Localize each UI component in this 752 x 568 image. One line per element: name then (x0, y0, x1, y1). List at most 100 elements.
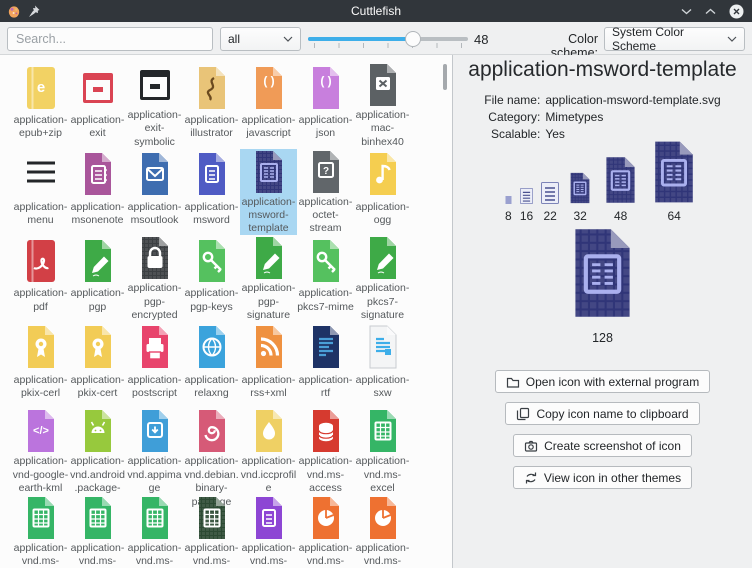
icon-label: application-exit-symbolic (126, 109, 183, 149)
size-label: 16 (520, 209, 533, 223)
icon-label: application-vnd.ms-excel.sheet.m (126, 542, 183, 568)
swap-icon (524, 471, 538, 485)
icon-grid-item[interactable]: application-vnd.iccprofile (240, 408, 297, 495)
icon-label: application-vnd-google-earth-kml (12, 455, 69, 495)
icon-label: application-sxw (354, 374, 411, 401)
size-slider-handle[interactable] (405, 31, 421, 47)
size-slider[interactable] (308, 37, 468, 41)
icon-grid-item[interactable]: application-vnd.ms-excel.templat (183, 495, 240, 568)
icon-grid-item[interactable]: application-msonenote (69, 149, 126, 236)
mimetype-icon (80, 150, 116, 199)
icon-grid-item[interactable]: application-exit-symbolic (126, 62, 183, 149)
icon-grid-item[interactable]: application-vnd.appimage (126, 408, 183, 495)
icon-grid-item[interactable]: application-pdf (12, 235, 69, 322)
icon-grid-item[interactable]: application-illustrator (183, 62, 240, 149)
size-preview-32: 32 (567, 172, 593, 223)
icon-grid-item[interactable]: application-vnd.android.package- (69, 408, 126, 495)
mimetype-icon (194, 150, 230, 199)
icon-grid-item[interactable]: application-pgp-keys (183, 235, 240, 322)
mimetype-icon (80, 63, 116, 112)
search-input[interactable] (7, 27, 213, 51)
icon-grid-item[interactable]: </>application-vnd-google-earth-kml (12, 408, 69, 495)
icon-grid-item[interactable]: application-vnd.ms-infopath (240, 495, 297, 568)
chevron-up-icon[interactable] (705, 8, 716, 15)
grid-scrollbar[interactable] (443, 64, 447, 90)
size-label: 64 (667, 209, 680, 223)
icon-grid-item[interactable]: ( )application-javascript (240, 62, 297, 149)
icon-grid-item[interactable]: application-vnd.debian.binary-package (183, 408, 240, 495)
icon-grid-item[interactable]: application-ogg (354, 149, 411, 236)
icon-grid-item[interactable]: application-pkix-cert (69, 322, 126, 409)
icon-grid-item[interactable]: application-msword-template (240, 149, 297, 236)
color-scheme-dropdown[interactable]: System Color Scheme (604, 27, 745, 51)
size-preview-icon (567, 172, 593, 204)
icon-grid-item[interactable]: application-pgp (69, 235, 126, 322)
action-label: Copy icon name to clipboard (536, 407, 688, 421)
icon-grid-item[interactable]: application-rtf (297, 322, 354, 409)
icon-grid-item[interactable]: application-pkcs7-mime (297, 235, 354, 322)
icon-grid-item[interactable]: ?application-octet-stream (297, 149, 354, 236)
mimetype-icon (365, 323, 401, 372)
icon-grid-item[interactable]: application-vnd.ms-excel.sheet.bi (69, 495, 126, 568)
size-slider-value: 48 (474, 32, 488, 47)
mimetype-icon (251, 150, 287, 194)
copy-icon (516, 407, 530, 421)
icon-grid-item[interactable]: application-postscript (126, 322, 183, 409)
icon-grid-item[interactable]: application-mac-binhex40 (354, 62, 411, 149)
copy-name-button[interactable]: Copy icon name to clipboard (505, 402, 699, 425)
icon-grid-item[interactable]: application-vnd.ms-excel.sheet.m (126, 495, 183, 568)
titlebar[interactable]: Cuttlefish (0, 0, 752, 22)
icon-label: application-vnd.ms-powerpoint.a (354, 542, 411, 568)
mimetype-icon (137, 496, 173, 540)
icon-grid-item[interactable]: application-pgp-encrypted (126, 235, 183, 322)
mimetype-icon (365, 150, 401, 199)
mimetype-icon (137, 323, 173, 372)
icon-grid-item[interactable]: application-pgp-signature (240, 235, 297, 322)
size-previews: 81622324864 (453, 139, 752, 223)
icon-grid-item[interactable]: application-vnd.ms-excel (354, 408, 411, 495)
icon-grid-item[interactable]: application-vnd.ms-powerpoint.a (354, 495, 411, 568)
icon-grid-item[interactable]: application-exit (69, 62, 126, 149)
mimetype-icon (194, 496, 230, 540)
icon-label: application-postscript (126, 374, 183, 401)
screenshot-button[interactable]: Create screenshot of icon (513, 434, 692, 457)
icon-grid-item[interactable]: application-pkcs7-signature (354, 235, 411, 322)
icon-grid-item[interactable]: application-relaxng (183, 322, 240, 409)
view-themes-button[interactable]: View icon in other themes (513, 466, 692, 489)
close-icon[interactable] (729, 4, 744, 19)
icon-label: application-rss+xml (240, 374, 297, 401)
icon-grid-item[interactable]: application-msword (183, 149, 240, 236)
icon-grid-item[interactable]: eapplication-epub+zip (12, 62, 69, 149)
icon-grid-item[interactable]: application-sxw (354, 322, 411, 409)
icon-label: application-pkcs7-signature (354, 282, 411, 322)
icon-grid-item[interactable]: application-msoutlook (126, 149, 183, 236)
icon-grid-item[interactable]: application-vnd.ms-powerpoint (297, 495, 354, 568)
icon-grid-item[interactable]: application-menu (12, 149, 69, 236)
icon-grid-item[interactable]: ( )application-json (297, 62, 354, 149)
mimetype-icon (137, 409, 173, 453)
chevron-down-icon (283, 36, 293, 42)
field-value: application-msword-template.svg (545, 93, 720, 107)
mimetype-icon (308, 409, 344, 453)
icon-grid-item[interactable]: application-vnd.ms-excel.addin.m (12, 495, 69, 568)
mimetype-icon: ( ) (308, 63, 344, 112)
window-title: Cuttlefish (0, 4, 752, 18)
size-preview-16: 16 (520, 188, 533, 223)
camera-icon (524, 439, 538, 453)
icon-label: application-vnd.appimage (126, 455, 183, 495)
icon-label: application-msword (183, 201, 240, 228)
icon-grid-item[interactable]: application-rss+xml (240, 322, 297, 409)
detail-fields: File name:application-msword-template.sv… (453, 93, 752, 141)
chevron-down-icon[interactable] (681, 8, 692, 15)
svg-text:e: e (36, 79, 44, 96)
size-preview-22: 22 (541, 182, 559, 223)
size-label: 22 (543, 209, 556, 223)
size-preview-icon (520, 188, 533, 204)
open-external-button[interactable]: Open icon with external program (495, 370, 710, 393)
mimetype-icon (308, 323, 344, 372)
icon-grid-item[interactable]: application-pkix-cerl (12, 322, 69, 409)
icon-grid-item[interactable]: application-vnd.ms-access (297, 408, 354, 495)
mimetype-icon (365, 496, 401, 540)
category-filter-dropdown[interactable]: all (220, 27, 301, 51)
size-slider-fill (308, 37, 414, 41)
